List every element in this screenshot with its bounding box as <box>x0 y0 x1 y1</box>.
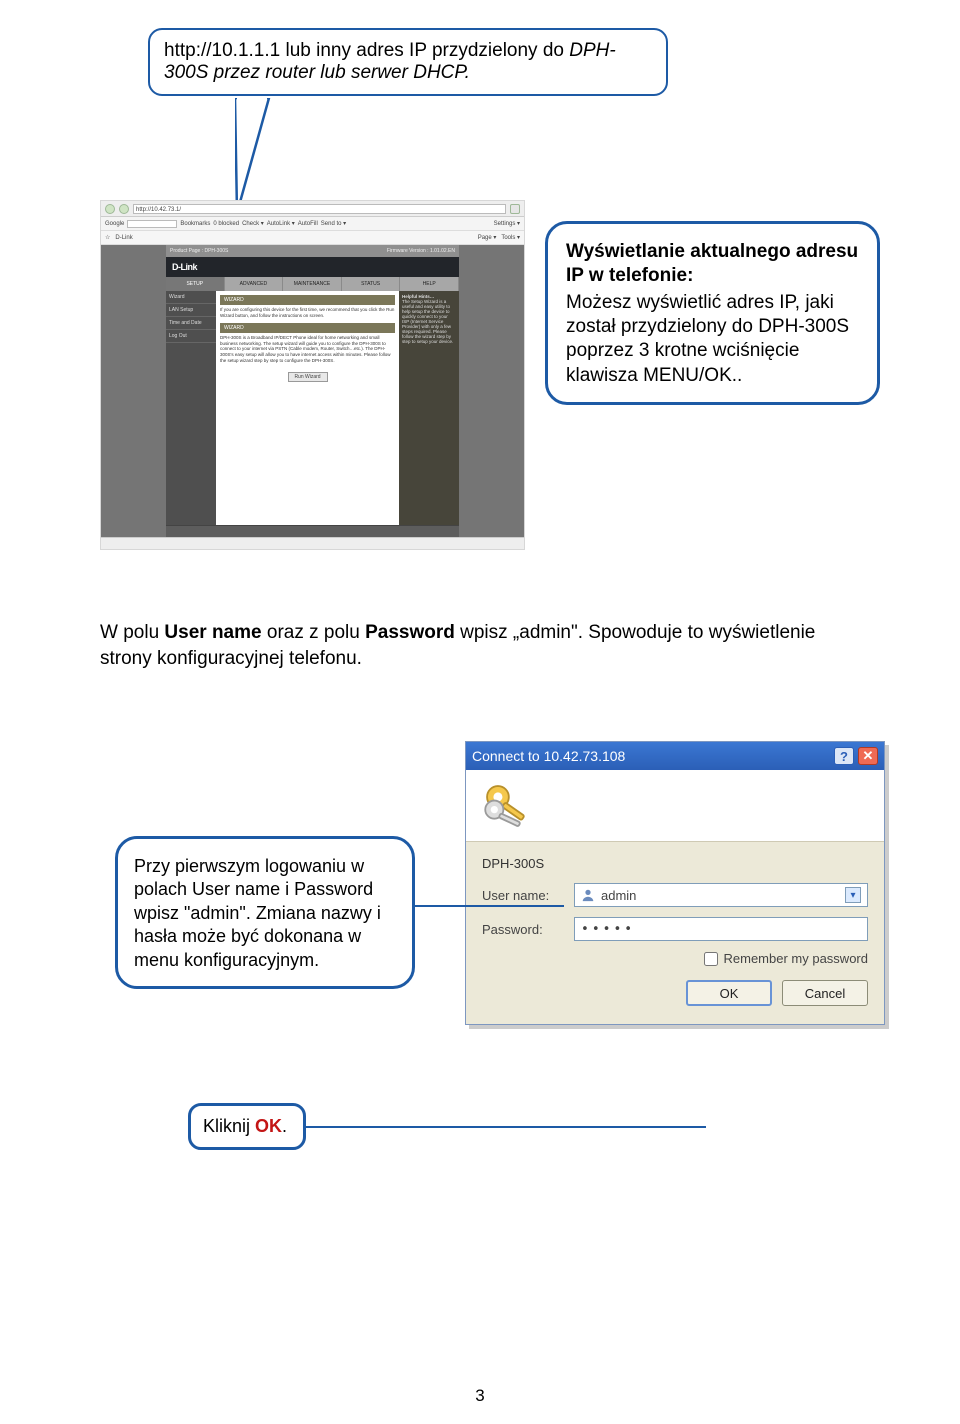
side-wizard[interactable]: Wizard <box>166 291 216 304</box>
side-lan[interactable]: LAN Setup <box>166 304 216 317</box>
wizard-header2: WIZARD <box>220 323 395 333</box>
chevron-down-icon[interactable]: ▾ <box>845 887 861 903</box>
dlink-help-column: Helpful Hints… The Setup Wizard is a use… <box>399 291 459 525</box>
remember-checkbox[interactable] <box>704 952 718 966</box>
firmware-label: Firmware Version : 1.01.02.EN <box>387 248 455 254</box>
side-time[interactable]: Time and Date <box>166 317 216 330</box>
password-value: ••••• <box>581 922 635 937</box>
tab-help[interactable]: HELP <box>400 277 459 291</box>
dlink-footer <box>166 525 459 537</box>
run-wizard-button[interactable]: Run Wizard <box>288 372 328 382</box>
tab-maintenance[interactable]: MAINTENANCE <box>283 277 342 291</box>
password-field[interactable]: ••••• <box>574 917 868 941</box>
user-icon <box>581 888 595 902</box>
keys-icon <box>478 777 536 835</box>
tab-setup[interactable]: SETUP <box>166 277 225 291</box>
tools-menu[interactable]: Tools ▾ <box>501 235 520 241</box>
go-icon[interactable] <box>510 204 520 214</box>
ok-button[interactable]: OK <box>686 980 772 1006</box>
login-icon-row <box>466 770 884 842</box>
ok-red: OK <box>255 1116 282 1136</box>
google-label: Google <box>105 221 124 227</box>
help-icon[interactable]: ? <box>834 747 854 765</box>
wizard-text2: DPH-300S is a Broadband IP/DECT Phone id… <box>220 335 395 364</box>
autofill-btn[interactable]: AutoFill <box>298 221 318 227</box>
user-name-field[interactable]: admin ▾ <box>574 883 868 907</box>
bookmarks-btn[interactable]: Bookmarks <box>180 221 210 227</box>
check-btn[interactable]: Check ▾ <box>242 220 264 227</box>
callout-body: Możesz wyświetlić adres IP, jaki został … <box>566 291 859 388</box>
bold-user-name: User name <box>164 622 261 643</box>
close-icon[interactable]: ✕ <box>858 747 878 765</box>
callout-ip-display-info: Wyświetlanie aktualnego adresu IP w tele… <box>545 221 880 405</box>
speech-bubble-url: http://10.1.1.1 lub inny adres IP przydz… <box>148 28 668 96</box>
page-menu[interactable]: Page ▾ <box>478 235 497 241</box>
callout-first-login-text: Przy pierwszym logowaniu w polach User n… <box>134 856 381 970</box>
ie-command-bar: ☆ D-Link Page ▾ Tools ▾ <box>101 231 524 245</box>
callout-click-ok: Kliknij OK. <box>188 1103 306 1150</box>
dlink-logo: D-Link <box>172 262 197 272</box>
settings-btn[interactable]: Settings ▾ <box>494 220 520 227</box>
user-name-value: admin <box>601 888 636 903</box>
sendto-btn[interactable]: Send to ▾ <box>321 220 346 227</box>
dlink-logo-bar: D-Link <box>166 257 459 277</box>
browser-address-bar: http://10.42.73.1/ <box>101 201 524 217</box>
speech-rest2: przez router lub serwer DHCP. <box>208 62 470 83</box>
user-name-label: User name: <box>482 888 574 903</box>
login-device-label: DPH-300S <box>482 856 868 871</box>
wizard-header: WIZARD <box>220 295 395 305</box>
remember-label: Remember my password <box>724 951 869 966</box>
cmd-right: Page ▾ Tools ▾ <box>478 234 520 241</box>
wizard-text1: If you are configuring this device for t… <box>220 307 395 319</box>
url-text: http://10.1.1.1 <box>164 40 280 61</box>
page-number: 3 <box>0 1386 960 1406</box>
speech-rest: lub inny adres IP przydzielony do <box>280 40 569 61</box>
google-search-input[interactable] <box>127 220 177 228</box>
google-toolbar: Google Bookmarks 0 blocked Check ▾ AutoL… <box>101 217 524 231</box>
url-field[interactable]: http://10.42.73.1/ <box>133 204 506 214</box>
connector-line-ok <box>306 1126 706 1128</box>
autolink-btn[interactable]: AutoLink ▾ <box>267 220 295 227</box>
tab-status[interactable]: STATUS <box>342 277 401 291</box>
login-titlebar: Connect to 10.42.73.108 ? ✕ <box>466 742 884 770</box>
cancel-button[interactable]: Cancel <box>782 980 868 1006</box>
bold-password: Password <box>365 622 455 643</box>
browser-status-bar <box>101 537 524 549</box>
login-title: Connect to 10.42.73.108 <box>472 748 625 764</box>
product-label: Product Page : DPH-300S <box>170 248 228 254</box>
dlink-sidenav: Wizard LAN Setup Time and Date Log Out <box>166 291 216 525</box>
connector-line <box>414 905 564 907</box>
help-text: The Setup Wizard is a useful and easy ut… <box>402 299 456 344</box>
callout-title: Wyświetlanie aktualnego adresu IP w tele… <box>566 240 859 289</box>
tab-advanced[interactable]: ADVANCED <box>225 277 284 291</box>
back-icon[interactable] <box>105 204 115 214</box>
callout-first-login: Przy pierwszym logowaniu w polach User n… <box>115 836 415 989</box>
dlink-title-bar: Product Page : DPH-300S Firmware Version… <box>166 245 459 257</box>
tab-label: ☆ D-Link <box>105 234 133 241</box>
forward-icon[interactable] <box>119 204 129 214</box>
browser-screenshot: http://10.42.73.1/ Google Bookmarks 0 bl… <box>100 200 525 550</box>
instruction-paragraph: W polu User name oraz z polu Password wp… <box>100 620 870 671</box>
dlink-tabs: SETUP ADVANCED MAINTENANCE STATUS HELP <box>166 277 459 291</box>
blocked-label: 0 blocked <box>213 221 239 227</box>
side-logout[interactable]: Log Out <box>166 330 216 343</box>
login-dialog: Connect to 10.42.73.108 ? ✕ DPH-300S Use… <box>465 741 885 1025</box>
password-label: Password: <box>482 922 574 937</box>
